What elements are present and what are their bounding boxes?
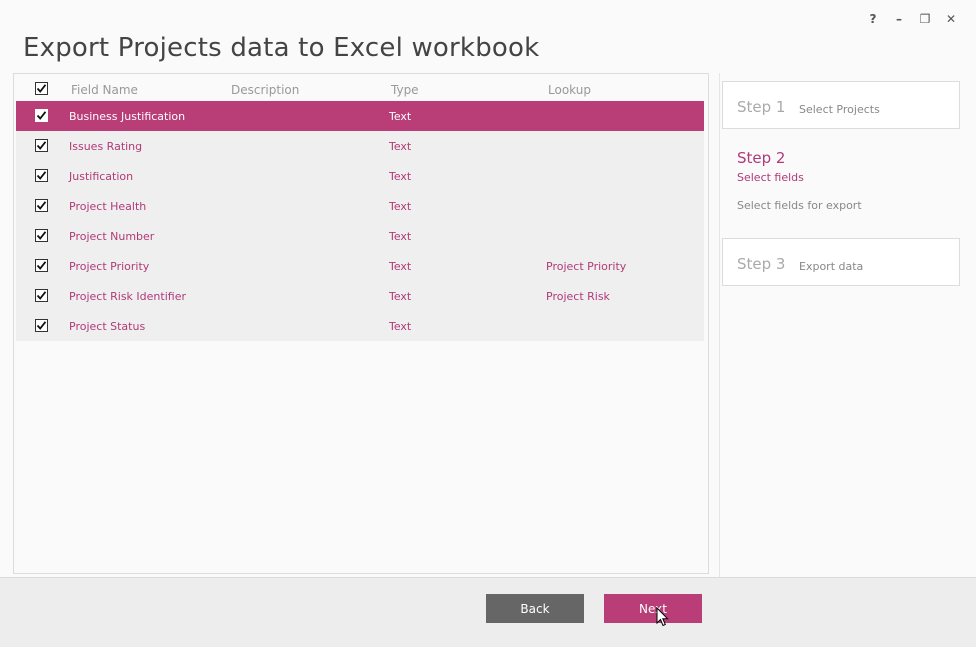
row-checkbox[interactable] <box>35 229 48 242</box>
field-name-cell: Project Status <box>69 320 146 333</box>
column-header-description[interactable]: Description <box>231 83 299 97</box>
field-name-cell: Business Justification <box>69 110 186 123</box>
step-1-box[interactable]: Step 1 Select Projects <box>722 81 960 129</box>
table-row[interactable]: Project Risk Identifier Text Project Risk <box>16 281 704 311</box>
type-cell: Text <box>389 170 412 183</box>
sidebar-divider <box>719 73 720 577</box>
step-2-number: Step 2 <box>737 149 786 167</box>
page-title: Export Projects data to Excel workbook <box>23 33 540 63</box>
checkmark-icon <box>36 321 47 330</box>
type-cell: Text <box>389 140 412 153</box>
row-checkbox[interactable] <box>35 109 48 122</box>
type-cell: Text <box>389 230 412 243</box>
help-icon[interactable]: ? <box>860 10 886 28</box>
type-cell: Text <box>389 110 412 123</box>
type-cell: Text <box>389 200 412 213</box>
field-name-cell: Project Risk Identifier <box>69 290 186 303</box>
table-row[interactable]: Project Priority Text Project Priority <box>16 251 704 281</box>
field-name-cell: Project Priority <box>69 260 150 273</box>
table-row[interactable]: Issues Rating Text <box>16 131 704 161</box>
window-controls: ? – ❐ ✕ <box>860 10 964 28</box>
restore-icon[interactable]: ❐ <box>912 10 938 28</box>
table-row[interactable]: Project Status Text <box>16 311 704 341</box>
column-header-type[interactable]: Type <box>391 83 419 97</box>
checkmark-icon <box>36 231 47 240</box>
mouse-cursor-icon <box>656 607 669 627</box>
checkmark-icon <box>36 171 47 180</box>
table-row[interactable]: Justification Text <box>16 161 704 191</box>
lookup-cell: Project Risk <box>546 290 610 303</box>
back-button[interactable]: Back <box>486 594 584 623</box>
field-name-cell: Project Health <box>69 200 147 213</box>
field-name-cell: Project Number <box>69 230 155 243</box>
select-all-checkbox[interactable] <box>35 82 48 95</box>
table-row[interactable]: Project Health Text <box>16 191 704 221</box>
row-checkbox[interactable] <box>35 139 48 152</box>
row-checkbox[interactable] <box>35 319 48 332</box>
minimize-icon[interactable]: – <box>886 10 912 28</box>
lookup-cell: Project Priority <box>546 260 627 273</box>
close-icon[interactable]: ✕ <box>938 10 964 28</box>
field-name-cell: Issues Rating <box>69 140 143 153</box>
step-3-box[interactable]: Step 3 Export data <box>722 238 960 286</box>
step-2-description: Select fields for export <box>737 199 862 212</box>
fields-grid: Field Name Description Type Lookup Busin… <box>13 73 709 574</box>
checkmark-icon <box>36 201 47 210</box>
row-checkbox[interactable] <box>35 289 48 302</box>
type-cell: Text <box>389 320 412 333</box>
column-header-lookup[interactable]: Lookup <box>548 83 591 97</box>
grid-header: Field Name Description Type Lookup <box>14 74 708 102</box>
checkmark-icon <box>36 291 47 300</box>
footer-bar: Back Next <box>0 577 976 647</box>
row-checkbox[interactable] <box>35 169 48 182</box>
table-row[interactable]: Project Number Text <box>16 221 704 251</box>
row-checkbox[interactable] <box>35 199 48 212</box>
checkmark-icon <box>36 141 47 150</box>
field-name-cell: Justification <box>69 170 134 183</box>
next-button[interactable]: Next <box>604 594 702 623</box>
step-1-number: Step 1 <box>737 98 786 116</box>
step-1-label: Select Projects <box>799 103 880 116</box>
type-cell: Text <box>389 290 412 303</box>
checkmark-icon <box>36 84 47 93</box>
type-cell: Text <box>389 260 412 273</box>
column-header-field-name[interactable]: Field Name <box>71 83 138 97</box>
step-3-label: Export data <box>799 260 864 273</box>
checkmark-icon <box>36 111 47 120</box>
step-2-label: Select fields <box>737 171 804 184</box>
row-checkbox[interactable] <box>35 259 48 272</box>
table-row[interactable]: Business Justification Text <box>16 101 704 131</box>
step-3-number: Step 3 <box>737 255 786 273</box>
checkmark-icon <box>36 261 47 270</box>
